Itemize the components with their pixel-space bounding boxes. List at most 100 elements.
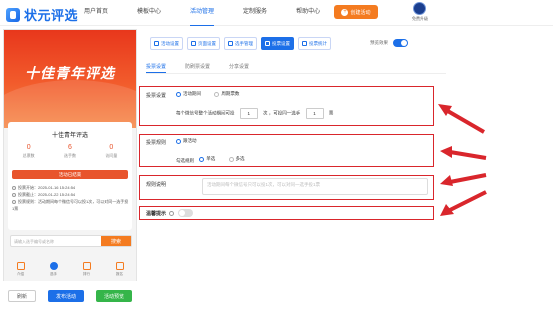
ranking-icon — [82, 262, 91, 270]
radio-cycle-votes[interactable]: 周期票数 — [214, 91, 239, 97]
radio-icon — [228, 156, 234, 162]
stat-label: 总票数 — [22, 153, 35, 158]
rule-mid: ，可投同一选手 — [268, 110, 301, 116]
avatar[interactable] — [413, 2, 426, 15]
user-icon — [49, 262, 58, 270]
button-label: 活动设置 — [161, 40, 179, 46]
contestant-search: 搜索 — [10, 235, 132, 247]
button-label: 投票统计 — [309, 40, 327, 46]
page-settings-button[interactable]: 页面设置 — [187, 37, 220, 50]
vote-type-options: 活动期间 周期票数 — [176, 91, 251, 99]
nav-item-help[interactable]: 帮助中心 — [296, 0, 320, 26]
create-activity-label: 创建活动 — [350, 9, 371, 16]
mobile-preview: 十佳青年评选 十佳青年评选 0 总票数 6 选手数 0 访问量 活动已结束 投票… — [3, 29, 137, 281]
votes-per-contestant-input[interactable]: 1 — [305, 108, 324, 119]
vote-settings-button[interactable]: 投票设置 — [261, 37, 294, 50]
radio-label: 跟活动 — [183, 138, 197, 143]
tab-label: 排行 — [83, 272, 90, 276]
clock-icon — [12, 192, 16, 197]
help-icon[interactable] — [169, 210, 175, 216]
rule-line: 投票开始：2025-01-16 15:24:54 — [12, 184, 130, 191]
subtab-vote-settings[interactable]: 投票设置 — [146, 62, 167, 73]
preview-activity-button[interactable]: 活动预览 — [96, 290, 132, 302]
rule-prefix: 每个微信号整个活动期间可投 — [176, 110, 235, 116]
activity-rules: 投票开始：2025-01-16 15:24:54 投票截止：2025-01-22… — [12, 184, 130, 212]
annotation-arrow — [438, 104, 486, 134]
upgrade-label[interactable]: 免费升级 — [402, 16, 438, 22]
stat-label: 访问量 — [105, 153, 118, 158]
stat-label: 选手数 — [63, 153, 76, 158]
tab-ranking[interactable]: 排行 — [74, 259, 100, 281]
radio-icon — [199, 156, 205, 162]
tab-label: 选手 — [50, 272, 57, 276]
votes-per-user-input[interactable]: 1 — [239, 108, 258, 119]
vote-rules-label: 投票规则 — [146, 140, 167, 146]
banner-title: 十佳青年评选 — [25, 65, 115, 81]
contestant-manage-button[interactable]: 选手管理 — [224, 37, 257, 50]
radio-single[interactable]: 单选 — [199, 156, 215, 162]
tab-label: 介绍 — [17, 272, 24, 276]
settings-subtabs: 投票设置 防刷票设置 分享设置 — [146, 62, 446, 74]
stat-total-votes: 0 总票数 — [23, 144, 35, 159]
nav-item-templates[interactable]: 模板中心 — [137, 0, 161, 26]
button-label: 投票设置 — [272, 40, 290, 46]
clock-icon — [12, 185, 16, 190]
activity-info-card: 十佳青年评选 0 总票数 6 选手数 0 访问量 活动已结束 投票开始：2025… — [8, 122, 132, 230]
rule-line: 投票规则：活动期间每个微信号可以投1次，可以对同一选手投1票 — [12, 198, 130, 212]
nav-item-custom-service[interactable]: 定制服务 — [243, 0, 267, 26]
subtab-anti-fraud[interactable]: 防刷票设置 — [185, 62, 210, 73]
radio-label: 周期票数 — [221, 91, 240, 96]
radio-icon — [214, 91, 220, 97]
vote-icon — [265, 41, 270, 46]
stat-value: 0 — [26, 144, 31, 151]
search-button[interactable]: 搜索 — [101, 236, 131, 246]
reminder-switch[interactable] — [178, 209, 194, 217]
tab-intro[interactable]: 介绍 — [8, 259, 34, 281]
stat-visits: 0 访问量 — [105, 144, 117, 159]
rule-description-label: 规则说明 — [146, 182, 167, 188]
radio-label: 多选 — [235, 156, 245, 161]
button-label: 页面设置 — [198, 40, 216, 46]
radio-activity-period[interactable]: 活动期间 — [176, 91, 201, 97]
form-icon — [115, 262, 124, 270]
rule-description-textarea[interactable]: 活动期间每个微信号只可以投1次，可以对同一选手投1票 — [202, 178, 428, 195]
page-icon — [191, 41, 196, 46]
vote-stats-button[interactable]: 投票统计 — [298, 37, 331, 50]
activity-settings-button[interactable]: 活动设置 — [150, 37, 183, 50]
preview-toggle: 预览效果 — [370, 39, 408, 47]
unit-label: 票 — [328, 110, 334, 116]
preview-switch[interactable] — [393, 39, 408, 47]
radio-multiple[interactable]: 多选 — [228, 156, 245, 162]
card-title: 十佳青年评选 — [51, 133, 88, 139]
stat-contestants: 6 选手数 — [64, 144, 76, 159]
tab-signup[interactable]: 报名 — [107, 259, 133, 281]
publish-button[interactable]: 发布活动 — [48, 290, 84, 302]
unit-label: 次 — [263, 110, 268, 116]
create-activity-button[interactable]: + 创建活动 — [334, 5, 378, 19]
stat-value: 0 — [109, 144, 114, 151]
annotation-arrow — [440, 173, 487, 186]
top-navbar: 状元评选 用户首页 模板中心 活动管理 定制服务 帮助中心 + 创建活动 免费升… — [0, 0, 553, 26]
check-mode-label: 勾选规则 — [176, 157, 194, 163]
button-label: 选手管理 — [235, 40, 253, 46]
rule-text: 投票规则：活动期间每个微信号可以投1次，可以对同一选手投1票 — [12, 199, 129, 211]
reminder-row: 温馨提示 — [146, 209, 194, 217]
plus-icon: + — [341, 8, 349, 16]
vote-count-row: 每个微信号整个活动期间可投 1 次 ，可投同一选手 1 票 — [176, 108, 333, 119]
activity-status-bar: 活动已结束 — [12, 170, 128, 179]
search-button-label: 搜索 — [110, 238, 121, 245]
stat-value: 6 — [68, 144, 72, 151]
radio-follow-activity[interactable]: 跟活动 — [176, 138, 197, 144]
tab-label: 报名 — [116, 272, 123, 276]
radio-label: 单选 — [206, 156, 216, 161]
logo[interactable]: 状元评选 — [6, 5, 78, 24]
tab-contestants[interactable]: 选手 — [41, 259, 67, 281]
nav-item-activity-manage[interactable]: 活动管理 — [190, 0, 215, 26]
refresh-button[interactable]: 刷新 — [8, 290, 36, 302]
subtab-share[interactable]: 分享设置 — [229, 62, 249, 73]
nav-item-home[interactable]: 用户首页 — [84, 0, 108, 26]
radio-icon — [176, 91, 181, 97]
rule-text: 投票截止：2025-01-22 15:24:54 — [18, 192, 76, 197]
search-input[interactable] — [14, 236, 99, 246]
preview-banner: 十佳青年评选 — [4, 30, 136, 128]
